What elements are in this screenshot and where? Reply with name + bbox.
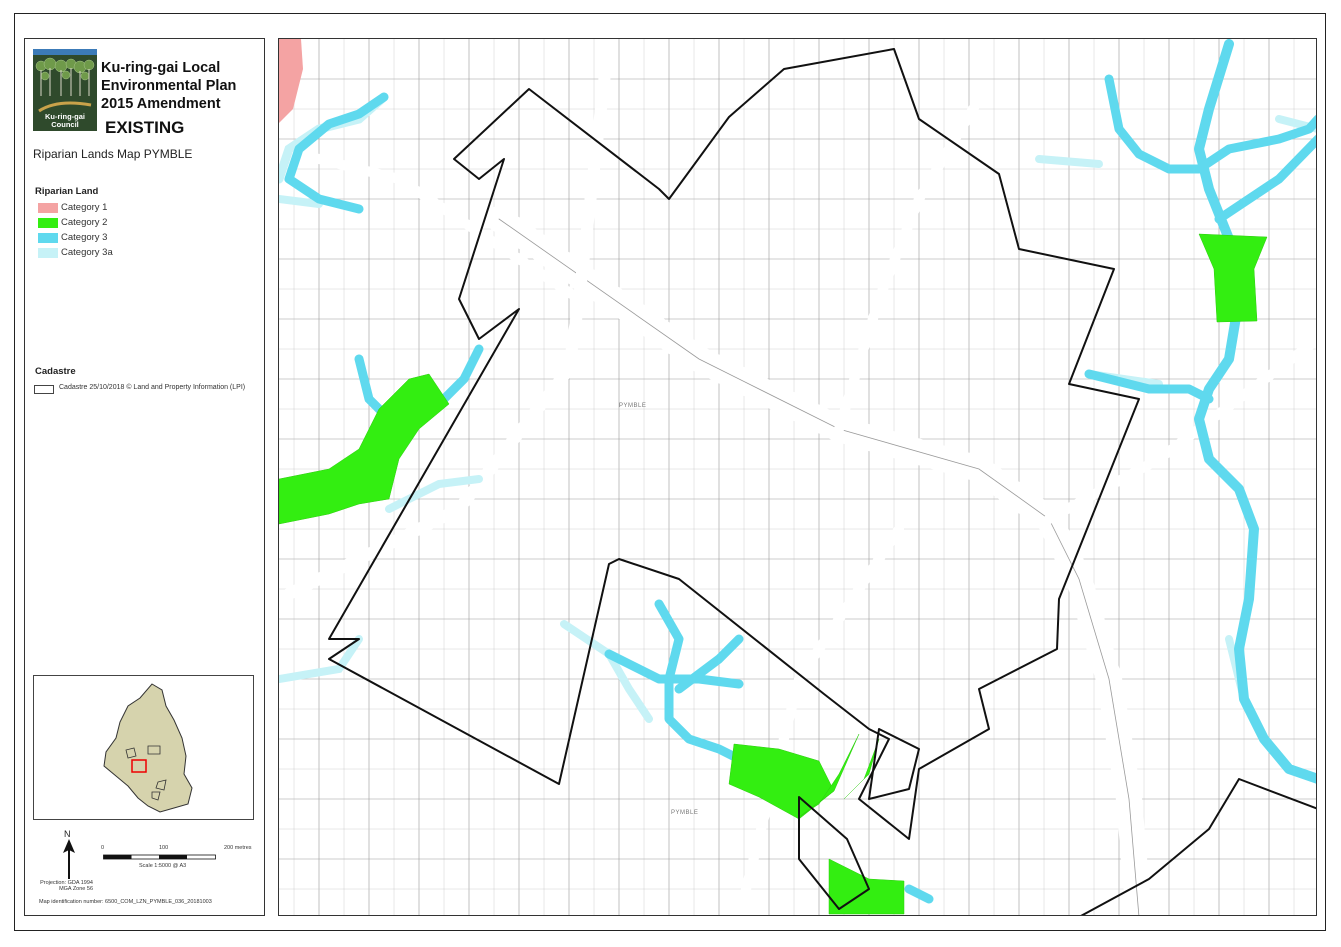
scale-text: Scale 1:5000 @ A3 [139,863,187,869]
map-id: Map identification number: 6500_COM_LZN_… [39,899,212,905]
cadastre-heading: Cadastre [35,366,76,377]
riparian-category-1 [279,39,303,123]
plan-title: Ku-ring-gai Local Environmental Plan 201… [101,60,237,112]
scale-tick-0: 0 [101,845,105,851]
map-frame[interactable]: PYMBLE PYMBLE [278,38,1317,916]
scale-bar-graphic [103,854,216,860]
inset-lga-outline [103,683,193,813]
legend-label: Category 3 [61,232,108,243]
suburb-label: PYMBLE [619,403,646,409]
legend-panel: Ku-ring-gai Council Ku-ring-gai Local En… [24,38,265,916]
scale-tick-100: 100 [159,845,169,851]
legend-label: Category 2 [61,217,108,228]
north-label: N [64,829,71,839]
suburb-label: PYMBLE [671,810,698,816]
scale-bar: 0 100 200 metres Scale 1:5000 @ A3 [101,845,263,877]
scale-tick-200: 200 metres [224,845,252,851]
legend-swatch [38,233,58,243]
legend-swatch [38,248,58,258]
cadastre-label: Cadastre 25/10/2018 © Land and Property … [59,384,246,391]
projection-note: Projection: GDA 1994 MGA Zone 56 [40,880,93,892]
cadastre-swatch [34,385,54,394]
logo-text: Ku-ring-gai Council [45,112,85,129]
cadastre-legend-item: Cadastre 25/10/2018 © Land and Property … [34,384,254,396]
legend-swatch [38,203,58,213]
council-logo: Ku-ring-gai Council [33,49,97,131]
tree-graphic [35,57,95,96]
riparian-heading: Riparian Land [35,186,99,197]
legend-label: Category 3a [61,247,113,258]
locality-inset-map [33,675,254,820]
map-title: Riparian Lands Map PYMBLE [33,147,193,161]
status-label: EXISTING [105,118,185,137]
legend-swatch [38,218,58,228]
legend-label: Category 1 [61,202,108,213]
map-canvas[interactable]: PYMBLE PYMBLE [279,39,1317,916]
